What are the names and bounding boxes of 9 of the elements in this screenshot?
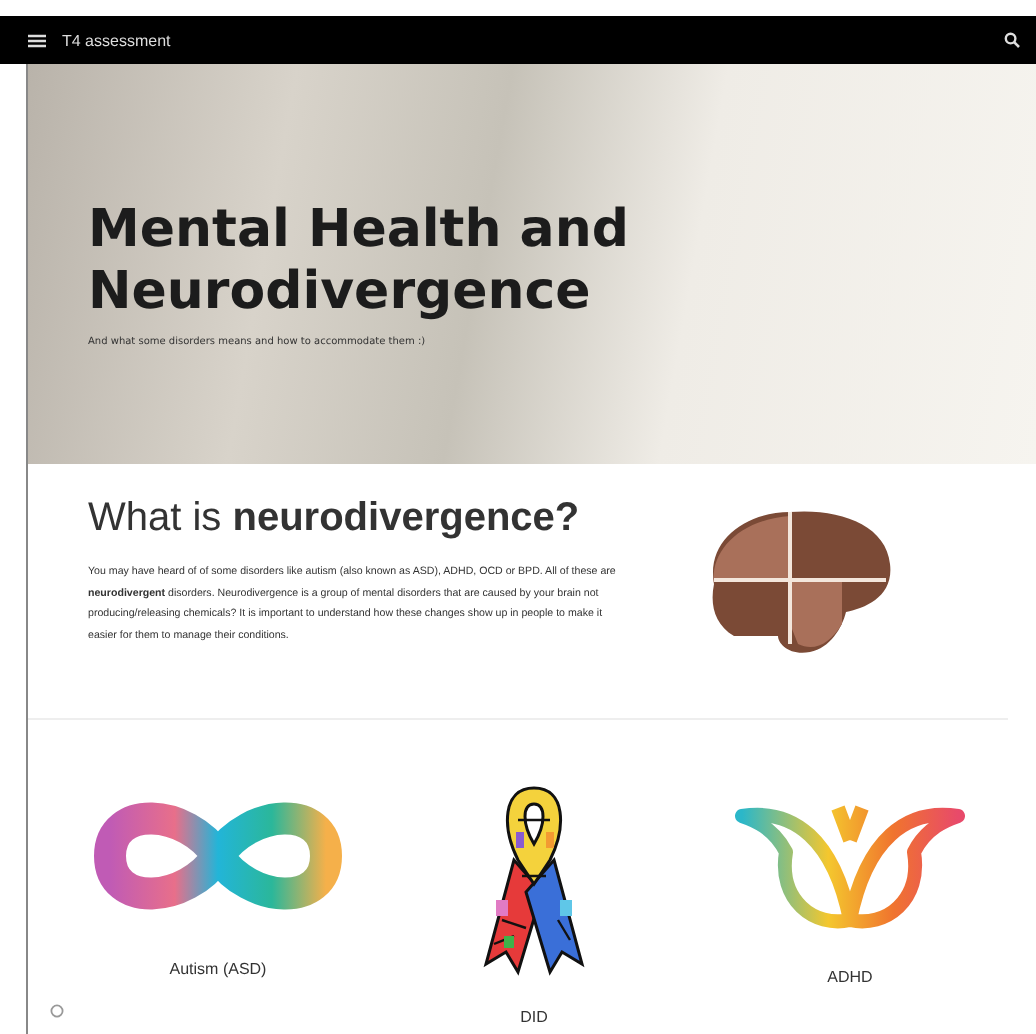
section-heading: What is neurodivergence? <box>88 496 582 542</box>
search-icon[interactable] <box>1004 32 1020 48</box>
disorder-label: DID <box>520 1008 548 1026</box>
disorder-label: ADHD <box>827 968 873 986</box>
menu-icon[interactable] <box>28 33 46 47</box>
info-icon[interactable] <box>50 1004 64 1018</box>
disorder-label: Autism (ASD) <box>169 960 267 978</box>
hero-title: Mental Health and Neurodivergence <box>88 200 631 324</box>
site-title[interactable]: T4 assessment <box>62 31 988 49</box>
